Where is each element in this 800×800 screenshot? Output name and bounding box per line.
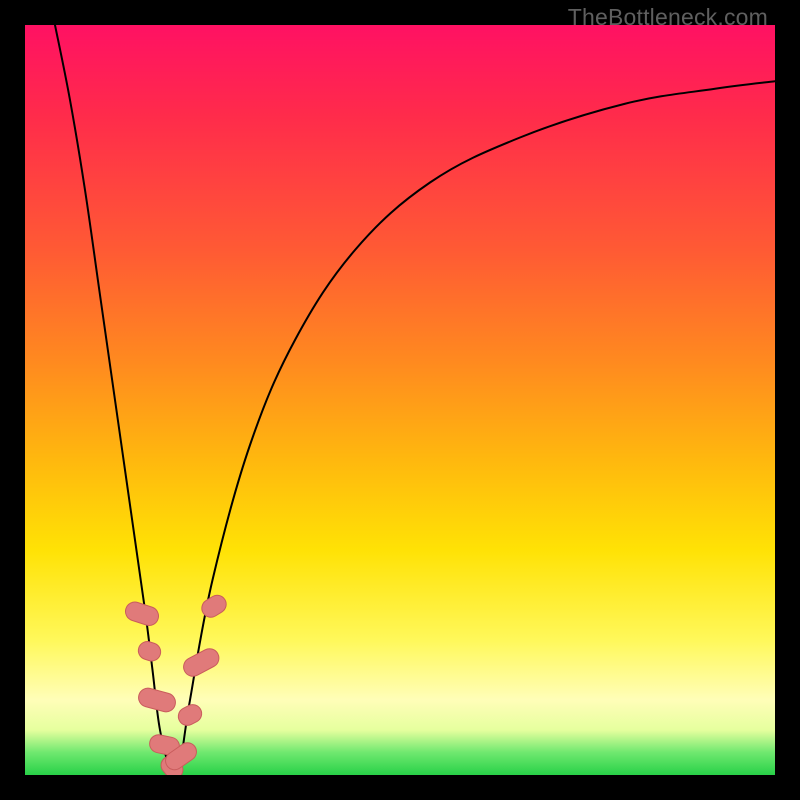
chart-canvas — [25, 25, 775, 775]
bead-marker — [175, 701, 205, 728]
plot-area — [25, 25, 775, 775]
bead-marker — [136, 639, 163, 663]
bead-marker — [198, 592, 229, 621]
bead-marker — [136, 686, 177, 714]
curve-line — [55, 25, 775, 775]
frame: TheBottleneck.com — [0, 0, 800, 800]
bead-marker — [123, 600, 161, 628]
bead-marker — [180, 645, 222, 679]
